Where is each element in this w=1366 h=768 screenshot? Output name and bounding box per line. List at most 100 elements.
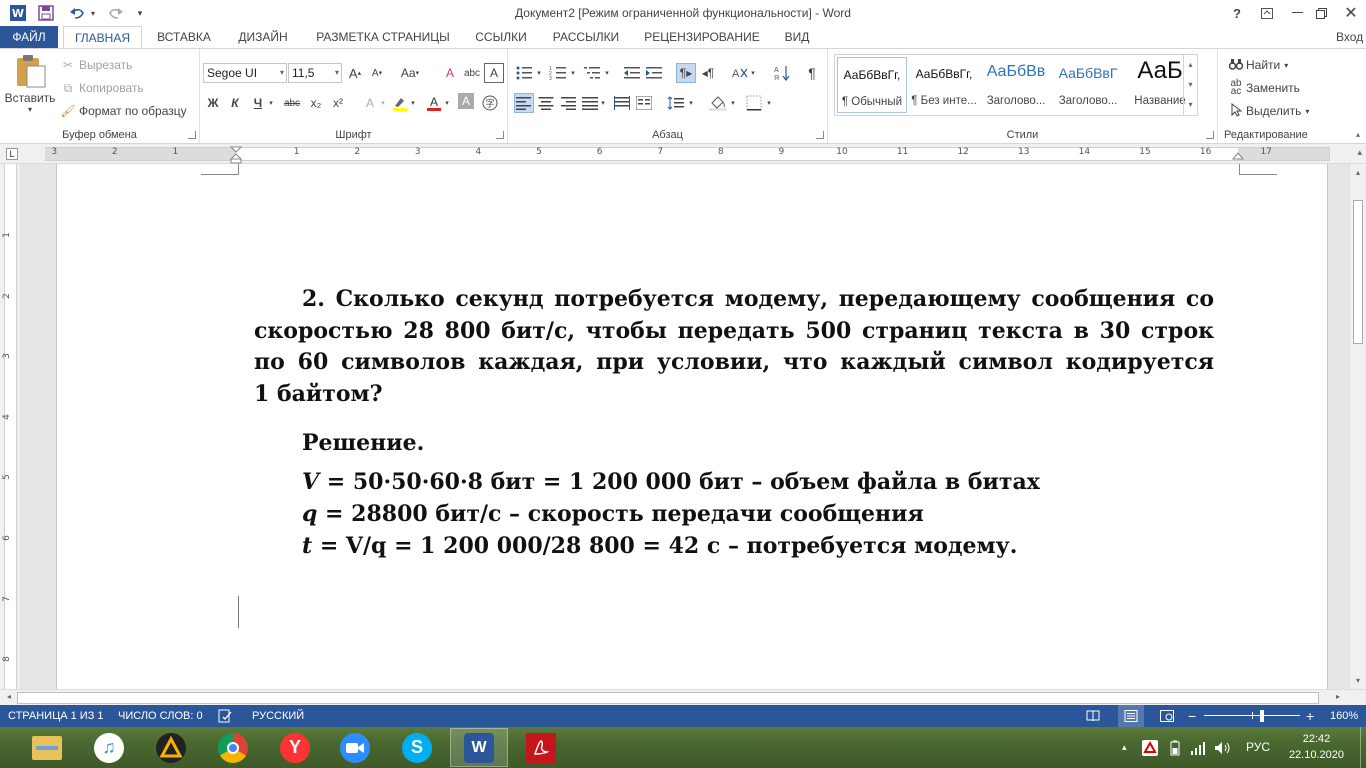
character-shading-icon[interactable]: A bbox=[458, 93, 474, 109]
paragraph-launcher-icon[interactable] bbox=[816, 131, 824, 139]
font-color-icon[interactable]: A bbox=[424, 93, 444, 113]
line-spacing-dropdown-icon[interactable]: ▾ bbox=[686, 93, 696, 113]
select-button[interactable]: Выделить ▾ bbox=[1228, 102, 1309, 119]
styles-launcher-icon[interactable] bbox=[1206, 131, 1214, 139]
borders-icon[interactable] bbox=[744, 93, 764, 113]
replace-button[interactable]: ab ac Заменить bbox=[1228, 79, 1300, 97]
horizontal-scroll-thumb[interactable] bbox=[17, 692, 1319, 704]
highlight-dropdown-icon[interactable]: ▾ bbox=[408, 93, 418, 113]
font-size-select[interactable]: 11,5 ▾ bbox=[288, 63, 342, 83]
line-spacing-icon[interactable] bbox=[666, 93, 686, 113]
gallery-scroll-down-icon[interactable]: ▾ bbox=[1183, 75, 1197, 95]
bullets-icon[interactable] bbox=[514, 63, 534, 83]
style-normal[interactable]: АаБбВвГг, ¶ Обычный bbox=[837, 57, 907, 113]
style-no-spacing[interactable]: АаБбВвГг, ¶ Без инте... bbox=[909, 57, 979, 113]
increase-indent-icon[interactable] bbox=[644, 63, 664, 83]
clipboard-launcher-icon[interactable] bbox=[188, 131, 196, 139]
character-border-icon[interactable]: A bbox=[484, 63, 504, 83]
tray-antivirus-icon[interactable] bbox=[1142, 727, 1158, 768]
scroll-right-icon[interactable]: ▸ bbox=[1331, 692, 1345, 701]
print-layout-icon[interactable] bbox=[1118, 705, 1144, 727]
close-icon[interactable]: ✕ bbox=[1336, 2, 1366, 24]
ltr-direction-icon[interactable]: ¶▸ bbox=[676, 63, 696, 83]
indent-marker[interactable] bbox=[230, 146, 242, 164]
taskbar-word[interactable]: W bbox=[450, 728, 508, 767]
tab-view[interactable]: ВИД bbox=[774, 26, 820, 48]
show-desktop-button[interactable] bbox=[1360, 727, 1366, 768]
show-marks-icon[interactable]: ¶ bbox=[802, 63, 822, 83]
shading-icon[interactable] bbox=[708, 93, 728, 113]
vertical-ruler[interactable]: 1 2 3 4 5 6 7 8 bbox=[0, 164, 20, 689]
horizontal-scrollbar[interactable]: ◂ ▸ bbox=[0, 689, 1366, 705]
text-effects-dropdown-icon[interactable]: ▾ bbox=[378, 93, 388, 113]
language-indicator[interactable]: РУССКИЙ bbox=[252, 705, 304, 727]
justify-icon[interactable] bbox=[580, 93, 600, 113]
tab-design[interactable]: ДИЗАЙН bbox=[228, 26, 298, 48]
tray-language[interactable]: РУС bbox=[1246, 727, 1270, 768]
help-button[interactable]: ? bbox=[1222, 2, 1252, 24]
tab-mailings[interactable]: РАССЫЛКИ bbox=[544, 26, 628, 48]
justify-dropdown-icon[interactable]: ▾ bbox=[598, 93, 608, 113]
zoom-thumb[interactable] bbox=[1260, 710, 1264, 722]
underline-dropdown-icon[interactable]: ▾ bbox=[266, 93, 276, 113]
subscript-button[interactable]: x₂ bbox=[306, 93, 326, 113]
asian-layout-dropdown-icon[interactable]: ▾ bbox=[748, 63, 758, 83]
format-painter-button[interactable]: 🖌 Формат по образцу bbox=[60, 103, 186, 119]
page-count[interactable]: СТРАНИЦА 1 ИЗ 1 bbox=[8, 705, 104, 727]
find-button[interactable]: Найти ▾ bbox=[1228, 57, 1288, 73]
scroll-left-icon[interactable]: ◂ bbox=[2, 692, 16, 701]
sort-icon[interactable]: AЯ bbox=[772, 63, 792, 83]
taskbar-skype[interactable]: S bbox=[388, 728, 446, 767]
tab-selector[interactable]: L bbox=[6, 148, 18, 160]
taskbar-explorer[interactable] bbox=[18, 728, 76, 767]
align-left-icon[interactable] bbox=[514, 93, 534, 113]
style-heading-2[interactable]: АаБбВвГ Заголово... bbox=[1053, 57, 1123, 113]
borders-dropdown-icon[interactable]: ▾ bbox=[764, 93, 774, 113]
scroll-up-icon[interactable]: ▴ bbox=[1351, 168, 1365, 177]
collapse-ribbon-icon[interactable]: ▴ bbox=[1356, 130, 1360, 139]
vertical-scrollbar[interactable]: ▴ ▾ bbox=[1349, 164, 1366, 689]
tab-references[interactable]: ССЫЛКИ bbox=[466, 26, 536, 48]
numbering-dropdown-icon[interactable]: ▾ bbox=[568, 63, 578, 83]
text-effects-icon[interactable]: A bbox=[360, 93, 380, 113]
gallery-scroll-up-icon[interactable]: ▴ bbox=[1183, 55, 1197, 75]
strikethrough-button[interactable]: abc bbox=[280, 93, 304, 113]
tab-insert[interactable]: ВСТАВКА bbox=[148, 26, 220, 48]
decrease-indent-icon[interactable] bbox=[622, 63, 642, 83]
tray-clock[interactable]: 22:42 22.10.2020 bbox=[1289, 731, 1344, 763]
font-name-select[interactable]: Segoe UI ▾ bbox=[203, 63, 287, 83]
clear-formatting-icon[interactable]: A bbox=[440, 63, 460, 83]
gallery-more-icon[interactable]: ▾ bbox=[1183, 95, 1197, 115]
style-heading-1[interactable]: АаБбВв Заголово... bbox=[981, 57, 1051, 113]
proofing-icon[interactable] bbox=[218, 705, 232, 727]
copy-button[interactable]: ⧉ Копировать bbox=[60, 80, 144, 96]
tab-page-layout[interactable]: РАЗМЕТКА СТРАНИЦЫ bbox=[306, 26, 460, 48]
paste-button[interactable]: Вставить ▾ bbox=[4, 53, 56, 119]
word-count[interactable]: ЧИСЛО СЛОВ: 0 bbox=[118, 705, 203, 727]
taskbar-yandex-browser[interactable]: Y bbox=[266, 728, 324, 767]
phonetic-guide-icon[interactable]: abc bbox=[462, 63, 482, 83]
grow-font-button[interactable]: A ▴ bbox=[345, 63, 365, 83]
superscript-button[interactable]: x² bbox=[328, 93, 348, 113]
tray-show-hidden-icon[interactable]: ▴ bbox=[1122, 727, 1127, 768]
numbering-icon[interactable]: 123 bbox=[548, 63, 568, 83]
tray-volume-icon[interactable] bbox=[1214, 727, 1232, 768]
rtl-direction-icon[interactable]: ◂¶ bbox=[698, 63, 718, 83]
zoom-out-icon[interactable]: − bbox=[1188, 705, 1196, 727]
vertical-scroll-thumb[interactable] bbox=[1353, 200, 1363, 344]
cut-button[interactable]: ✂ Вырезать bbox=[60, 57, 132, 73]
taskbar-chrome[interactable] bbox=[204, 728, 262, 767]
enclose-characters-icon[interactable]: 字 bbox=[480, 93, 500, 113]
highlight-icon[interactable] bbox=[390, 93, 410, 113]
tray-network-icon[interactable] bbox=[1190, 727, 1206, 768]
web-layout-icon[interactable] bbox=[1160, 705, 1174, 727]
align-center-icon[interactable] bbox=[536, 93, 556, 113]
taskbar-aimp[interactable] bbox=[142, 728, 200, 767]
ribbon-display-options-icon[interactable] bbox=[1252, 2, 1282, 24]
distributed-icon[interactable] bbox=[612, 93, 632, 113]
multilevel-list-icon[interactable] bbox=[582, 63, 602, 83]
change-case-button[interactable]: Aa ▾ bbox=[396, 63, 424, 83]
zoom-in-icon[interactable]: + bbox=[1306, 705, 1314, 727]
zoom-slider[interactable] bbox=[1204, 705, 1300, 727]
tab-file[interactable]: ФАЙЛ bbox=[0, 26, 58, 48]
